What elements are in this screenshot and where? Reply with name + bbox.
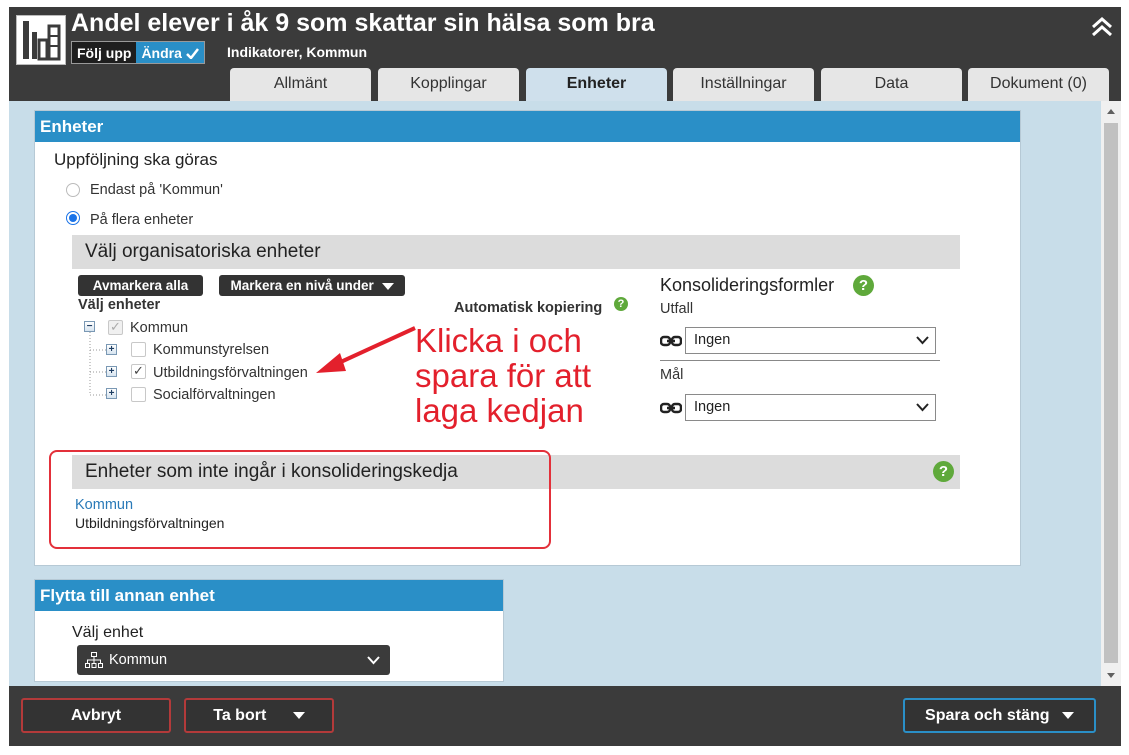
tree-expand-icon[interactable]: + xyxy=(106,344,117,355)
tab-installningar[interactable]: Inställningar xyxy=(673,68,814,101)
save-and-close-label: Spara och stäng xyxy=(925,707,1050,724)
tree-item-utbildningsforvaltningen: Utbildningsförvaltningen xyxy=(153,365,308,381)
header: Andel elever i åk 9 som skattar sin häls… xyxy=(9,7,1121,101)
chevron-down-icon xyxy=(367,656,380,665)
outcome-label: Utfall xyxy=(660,301,694,317)
cancel-button[interactable]: Avbryt xyxy=(21,698,171,733)
chevron-down-icon xyxy=(916,336,929,345)
footer: Avbryt Ta bort Spara och stäng xyxy=(9,686,1121,746)
edit-mode-label: Ändra xyxy=(141,45,182,61)
mark-level-below-button[interactable]: Markera en nivå under xyxy=(219,275,405,296)
chevron-down-icon xyxy=(1061,712,1074,720)
move-heading: Flytta till annan enhet xyxy=(35,580,503,611)
checkbox-kommunstyrelsen[interactable] xyxy=(131,342,146,357)
save-and-close-button[interactable]: Spara och stäng xyxy=(903,698,1096,733)
radio-many-units[interactable] xyxy=(66,211,80,225)
tree-collapse-icon[interactable]: − xyxy=(84,321,95,332)
tree-item-kommun: Kommun xyxy=(130,320,189,336)
chevron-down-icon xyxy=(381,282,394,290)
tree-expand-icon[interactable]: + xyxy=(106,388,117,399)
radio-only-kommun-label: Endast på 'Kommun' xyxy=(90,182,223,198)
select-unit-label: Välj enhet xyxy=(72,624,144,641)
not-in-chain-help-icon[interactable]: ? xyxy=(933,461,954,482)
chain-link-icon xyxy=(660,402,682,414)
select-units-label: Välj enheter xyxy=(78,297,161,313)
collapse-chevrons-icon[interactable] xyxy=(1091,17,1113,37)
mode-toggle: Följ upp Ändra xyxy=(71,41,205,64)
outcome-formula-select[interactable]: Ingen xyxy=(685,327,936,354)
outcome-formula-value: Ingen xyxy=(694,332,731,348)
tab-enheter[interactable]: Enheter xyxy=(526,68,667,101)
annotation-line: Klicka i och xyxy=(415,322,582,359)
indicator-logo-icon xyxy=(16,15,66,65)
consolidation-help-icon[interactable]: ? xyxy=(853,275,874,296)
auto-copy-label: Automatisk kopiering xyxy=(454,300,603,316)
auto-copy-help-icon[interactable]: ? xyxy=(614,297,628,311)
consolidation-title: Konsolideringsformler xyxy=(660,275,835,295)
tab-dokument[interactable]: Dokument (0) xyxy=(968,68,1109,101)
annotation-arrow-icon xyxy=(316,326,416,373)
annotation-text: Klicka i och spara för att laga kedjan xyxy=(415,323,591,428)
vertical-scrollbar[interactable] xyxy=(1101,101,1121,686)
unmark-all-button[interactable]: Avmarkera alla xyxy=(78,275,203,296)
tree-expand-icon[interactable]: + xyxy=(106,366,117,377)
chevron-down-icon xyxy=(916,403,929,412)
checkmark-icon xyxy=(185,48,199,60)
unit-select[interactable]: Kommun xyxy=(77,645,390,675)
delete-button[interactable]: Ta bort xyxy=(184,698,334,733)
divider xyxy=(660,360,940,361)
delete-button-label: Ta bort xyxy=(213,707,267,724)
goal-label: Mål xyxy=(660,367,684,383)
goal-formula-value: Ingen xyxy=(694,399,731,415)
follow-up-mode-button[interactable]: Följ upp xyxy=(72,42,137,63)
unit-select-value: Kommun xyxy=(109,652,168,668)
org-tree-icon xyxy=(85,652,103,668)
annotation-line: spara för att xyxy=(415,357,592,394)
mark-level-below-label: Markera en nivå under xyxy=(230,278,374,293)
tree-item-kommunstyrelsen: Kommunstyrelsen xyxy=(153,342,270,358)
org-units-section-title: Välj organisatoriska enheter xyxy=(72,235,960,269)
edit-mode-button[interactable]: Ändra xyxy=(136,42,204,63)
goal-formula-select[interactable]: Ingen xyxy=(685,394,936,421)
scroll-up-icon[interactable] xyxy=(1101,103,1121,121)
tab-kopplingar[interactable]: Kopplingar xyxy=(378,68,519,101)
checkbox-socialforvaltningen[interactable] xyxy=(131,387,146,402)
followup-title: Uppföljning ska göras xyxy=(54,150,218,169)
enheter-heading: Enheter xyxy=(35,111,1020,142)
highlight-frame xyxy=(49,450,551,549)
tab-allmant[interactable]: Allmänt xyxy=(230,68,371,101)
radio-many-units-label: På flera enheter xyxy=(90,212,194,228)
annotation-line: laga kedjan xyxy=(415,392,584,429)
checkbox-kommun xyxy=(108,319,123,335)
chevron-down-icon xyxy=(292,712,305,720)
radio-only-kommun[interactable] xyxy=(66,183,80,197)
chain-link-icon xyxy=(660,335,682,347)
checkbox-utbildningsforvaltningen[interactable] xyxy=(131,363,146,379)
page-title: Andel elever i åk 9 som skattar sin häls… xyxy=(71,9,655,37)
tree-item-socialforvaltningen: Socialförvaltningen xyxy=(153,387,276,403)
breadcrumb: Indikatorer, Kommun xyxy=(227,44,368,60)
tab-data[interactable]: Data xyxy=(821,68,962,101)
scroll-thumb[interactable] xyxy=(1104,123,1118,663)
scroll-down-icon[interactable] xyxy=(1101,666,1121,684)
